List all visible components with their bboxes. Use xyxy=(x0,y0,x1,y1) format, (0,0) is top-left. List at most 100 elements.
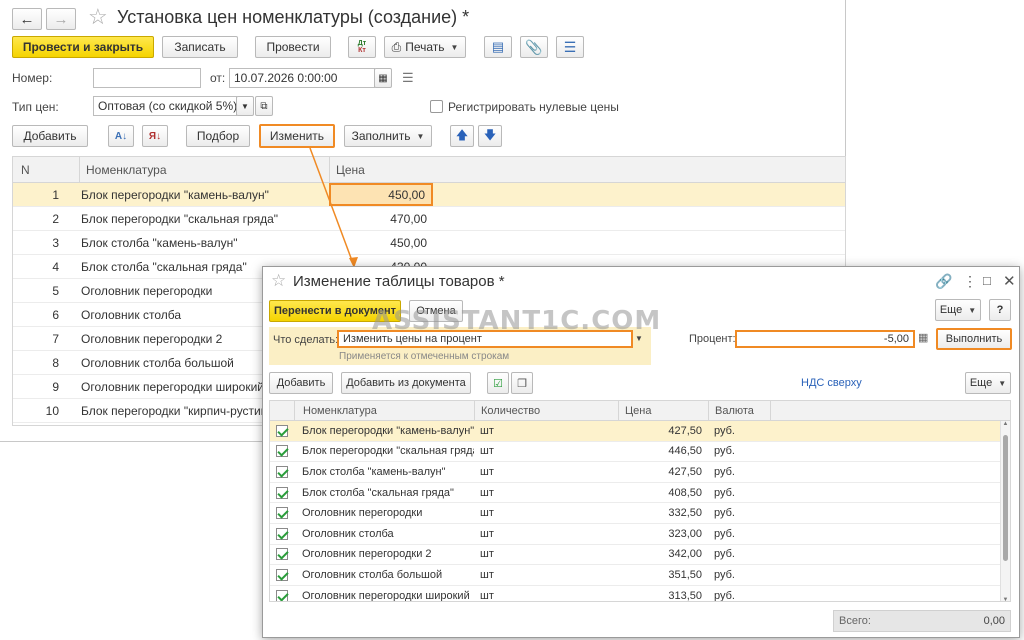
table-row[interactable]: Оголовник перегородки 2 шт 342,00 руб. xyxy=(270,545,1000,566)
post-button[interactable]: Провести xyxy=(255,36,331,58)
help-button[interactable]: ? xyxy=(989,299,1011,321)
more-button-2[interactable]: Еще ▼ xyxy=(965,372,1011,394)
check-icon[interactable] xyxy=(276,486,288,499)
scroll-down-arrow[interactable]: ▼ xyxy=(1001,597,1010,601)
column-header-nomenclature[interactable]: Номенклатура xyxy=(294,401,474,420)
cell-nomenclature: Оголовник столба xyxy=(302,527,394,540)
column-header-n[interactable]: N xyxy=(21,157,61,182)
structure-icon[interactable]: ▤ xyxy=(484,36,512,58)
column-header-price[interactable]: Цена xyxy=(618,401,708,420)
check-all-icon[interactable]: ☑ xyxy=(487,372,509,394)
post-and-close-button[interactable]: Провести и закрыть xyxy=(12,36,154,58)
percent-field[interactable]: -5,00 xyxy=(735,330,915,348)
check-icon[interactable] xyxy=(276,507,288,520)
uncheck-all-icon[interactable]: ❐ xyxy=(511,372,533,394)
calculator-icon[interactable]: ▦ xyxy=(918,331,928,344)
action-select[interactable]: Изменить цены на процент xyxy=(337,330,633,348)
attachment-icon[interactable]: 📎 xyxy=(520,36,548,58)
select-button[interactable]: Подбор xyxy=(186,125,250,147)
row-checkbox[interactable] xyxy=(276,462,290,482)
column-header-price[interactable]: Цена xyxy=(329,157,433,182)
cell-price: 332,50 xyxy=(668,507,702,520)
back-button[interactable]: ← xyxy=(12,8,42,30)
sort-asc-icon[interactable]: А↓ xyxy=(108,125,134,147)
sort-desc-icon[interactable]: Я↓ xyxy=(142,125,168,147)
row-checkbox[interactable] xyxy=(276,524,290,544)
calendar-icon[interactable]: ▦ xyxy=(374,68,392,88)
move-down-icon[interactable]: 🡇 xyxy=(478,125,502,147)
close-icon[interactable]: ✕ xyxy=(1003,272,1016,290)
maximize-icon[interactable]: □ xyxy=(983,273,991,288)
date-field[interactable]: 10.07.2026 0:00:00 xyxy=(229,68,375,88)
more-button[interactable]: Еще ▼ xyxy=(935,299,981,321)
list-icon[interactable]: ☰ xyxy=(556,36,584,58)
cell-price[interactable]: 450,00 xyxy=(329,231,433,254)
table-row[interactable]: 1 Блок перегородки "камень-валун" 450,00 xyxy=(13,183,845,207)
dtkt-report-icon[interactable]: Дт Кт xyxy=(348,36,376,58)
price-type-field[interactable]: Оптовая (со скидкой 5%) xyxy=(93,96,237,116)
column-header-currency[interactable]: Валюта xyxy=(708,401,770,420)
row-checkbox[interactable] xyxy=(276,565,290,585)
check-icon[interactable] xyxy=(276,568,288,581)
cancel-button[interactable]: Отмена xyxy=(409,300,463,322)
link-icon[interactable]: 🔗 xyxy=(935,273,952,290)
add-button[interactable]: Добавить xyxy=(12,125,88,147)
check-icon[interactable] xyxy=(276,527,288,540)
scroll-up-arrow[interactable]: ▲ xyxy=(1001,421,1010,427)
cell-currency: руб. xyxy=(714,445,735,458)
cell-price[interactable]: 470,00 xyxy=(329,207,433,230)
add-from-document-button[interactable]: Добавить из документа xyxy=(341,372,471,394)
action-label: Что сделать: xyxy=(273,334,339,346)
price-type-open-icon[interactable]: ⧉ xyxy=(255,96,273,116)
table-row[interactable]: Оголовник перегородки широкий шт 313,50 руб… xyxy=(270,586,1000,602)
action-dropdown-icon[interactable]: ▼ xyxy=(635,334,643,343)
table-row[interactable]: Оголовник перегородки шт 332,50 руб. xyxy=(270,503,1000,524)
table-row[interactable]: Блок перегородки "скальная гряда" шт 446,5… xyxy=(270,442,1000,463)
favorite-star-icon[interactable]: ☆ xyxy=(88,4,108,30)
cell-price[interactable]: 450,00 xyxy=(329,183,433,206)
check-icon[interactable] xyxy=(276,424,288,437)
execute-button[interactable]: Выполнить xyxy=(936,328,1012,350)
change-button[interactable]: Изменить xyxy=(259,124,335,148)
row-checkbox[interactable] xyxy=(276,586,290,601)
favorite-star-icon[interactable]: ☆ xyxy=(271,271,286,291)
scrollbar[interactable]: ▲ ▼ xyxy=(1000,421,1010,601)
check-icon[interactable] xyxy=(276,445,288,458)
table-row[interactable]: 2 Блок перегородки "скальная гряда" 470,00 xyxy=(13,207,845,231)
table-row[interactable]: Блок столба "скальная гряда" шт 408,50 руб. xyxy=(270,483,1000,504)
row-checkbox[interactable] xyxy=(276,503,290,523)
cell-currency: руб. xyxy=(714,589,735,602)
save-button[interactable]: Записать xyxy=(162,36,238,58)
vat-link[interactable]: НДС сверху xyxy=(801,377,862,389)
print-button[interactable]: ⎙ Печать ▼ xyxy=(384,36,466,58)
action-hint: Применяется к отмеченным строкам xyxy=(339,351,510,362)
column-header-nomenclature[interactable]: Номенклатура xyxy=(79,157,319,182)
forward-button[interactable]: → xyxy=(46,8,76,30)
row-checkbox[interactable] xyxy=(276,421,290,441)
table-row[interactable]: Оголовник столба шт 323,00 руб. xyxy=(270,524,1000,545)
row-checkbox[interactable] xyxy=(276,442,290,462)
fill-button[interactable]: Заполнить ▼ xyxy=(344,125,432,147)
cell-n: 1 xyxy=(52,187,59,202)
more-vert-icon[interactable]: ⋮ xyxy=(963,273,977,290)
transfer-to-document-button[interactable]: Перенести в документ xyxy=(269,300,401,322)
dialog-add-button[interactable]: Добавить xyxy=(269,372,333,394)
cell-currency: руб. xyxy=(714,465,735,478)
row-checkbox[interactable] xyxy=(276,483,290,503)
zero-prices-checkbox[interactable] xyxy=(430,100,443,113)
table-row[interactable]: 3 Блок столба "камень-валун" 450,00 xyxy=(13,231,845,255)
table-row[interactable]: Оголовник столба большой шт 351,50 руб. xyxy=(270,565,1000,586)
scrollbar-thumb[interactable] xyxy=(1003,435,1008,561)
table-row[interactable]: Блок перегородки "камень-валун" шт 427,50 р… xyxy=(270,421,1000,442)
row-checkbox[interactable] xyxy=(276,545,290,565)
number-field[interactable] xyxy=(93,68,201,88)
check-icon[interactable] xyxy=(276,589,288,601)
move-up-icon[interactable]: 🡅 xyxy=(450,125,474,147)
price-type-dropdown-icon[interactable]: ▼ xyxy=(236,96,254,116)
comment-icon[interactable]: ☰ xyxy=(402,70,414,86)
check-icon[interactable] xyxy=(276,548,288,561)
check-icon[interactable] xyxy=(276,465,288,478)
cell-nomenclature: Оголовник перегородки xyxy=(302,507,423,520)
column-header-quantity[interactable]: Количество xyxy=(474,401,618,420)
table-row[interactable]: Блок столба "камень-валун" шт 427,50 руб. xyxy=(270,462,1000,483)
